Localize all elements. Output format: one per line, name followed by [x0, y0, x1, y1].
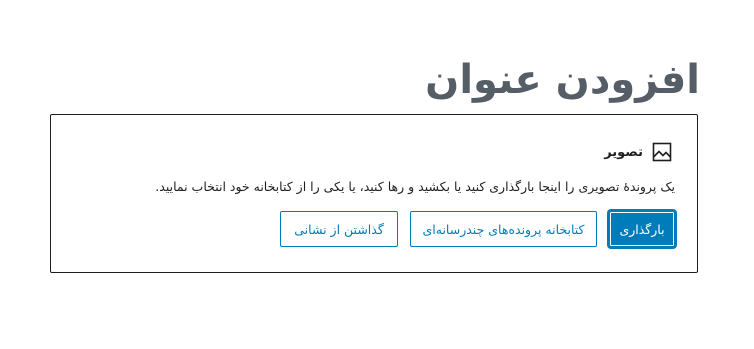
upload-button[interactable]: بارگذاری [609, 211, 675, 247]
block-title: تصویر [604, 144, 643, 160]
media-library-button[interactable]: کتابخانه پرونده‌های چندرسانه‌ای [410, 211, 597, 247]
block-instructions: یک پروندهٔ تصویری را اینجا بارگذاری کنید… [155, 179, 675, 194]
post-title-placeholder[interactable]: افزودن عنوان [425, 52, 700, 108]
image-block-placeholder[interactable]: تصویر یک پروندهٔ تصویری را اینجا بارگذار… [50, 114, 698, 273]
insert-from-url-button[interactable]: گذاشتن از نشانی [280, 211, 398, 247]
block-actions: بارگذاری کتابخانه پرونده‌های چندرسانه‌ای… [280, 211, 675, 247]
image-icon [651, 141, 673, 163]
block-header: تصویر [604, 141, 673, 163]
